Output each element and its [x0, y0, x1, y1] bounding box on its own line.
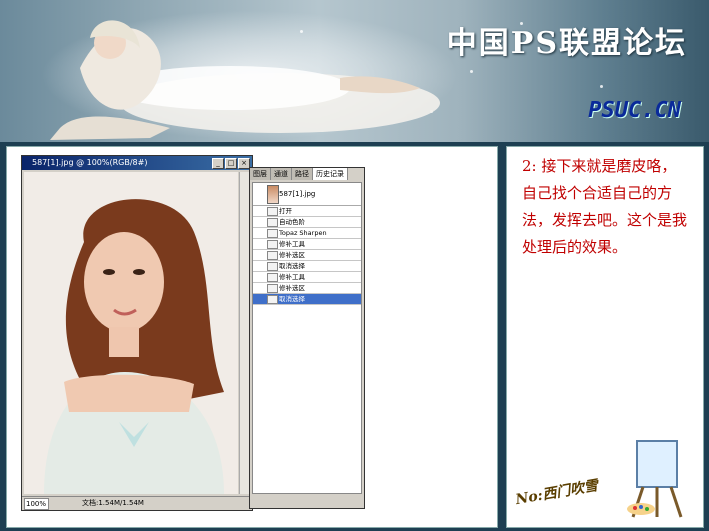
- history-item-label: 自动色阶: [279, 218, 305, 226]
- history-state-icon: [267, 229, 278, 238]
- patch-tool-icon: [267, 251, 278, 260]
- photo-canvas[interactable]: [24, 172, 238, 494]
- history-item-label: 修补工具: [279, 240, 305, 248]
- window-controls: _ □ ×: [212, 158, 250, 169]
- patch-tool-icon: [267, 273, 278, 282]
- panel-tabs: 图层 通道 路径 历史记录: [250, 168, 364, 180]
- history-item-patch-tool[interactable]: 修补工具: [253, 272, 361, 283]
- document-titlebar[interactable]: 587[1].jpg @ 100%(RGB/8#) _ □ ×: [22, 156, 252, 170]
- description-panel: 2: 接下来就是磨皮咯，自己找个合适自己的方法，发挥去吧。这个是我处理后的效果。…: [506, 146, 704, 528]
- history-item-label: Topaz Sharpen: [279, 229, 327, 237]
- snapshot-thumbnail-icon: [267, 185, 279, 204]
- history-item-label: 修补工具: [279, 273, 305, 281]
- star: [470, 70, 473, 73]
- easel-icon: [627, 440, 683, 518]
- site-url: PSUC.CN: [588, 98, 681, 123]
- history-item-topaz-sharpen[interactable]: Topaz Sharpen: [253, 228, 361, 239]
- patch-tool-icon: [267, 240, 278, 249]
- forum-banner: 中国PS联盟论坛 PSUC.CN: [0, 0, 709, 142]
- maximize-icon[interactable]: □: [225, 158, 237, 169]
- step-description: 2: 接下来就是磨皮咯，自己找个合适自己的方法，发挥去吧。这个是我处理后的效果。: [522, 157, 688, 256]
- snapshot-label: 587[1].jpg: [279, 190, 316, 198]
- history-state-icon: [267, 295, 278, 304]
- history-item-label: 取消选择: [279, 262, 305, 270]
- history-item-label: 打开: [279, 207, 292, 215]
- history-list: 587[1].jpg 打开 自动色阶 Topaz Sharpen 修补工具 修补…: [252, 182, 362, 494]
- history-item-label: 修补选区: [279, 284, 305, 292]
- tab-layers[interactable]: 图层: [250, 168, 271, 180]
- history-panel: 图层 通道 路径 历史记录 587[1].jpg 打开 自动色阶 Topaz S…: [249, 167, 365, 509]
- fairy-illustration: [50, 20, 440, 140]
- history-item-deselect[interactable]: 取消选择: [253, 261, 361, 272]
- document-statusbar: 100% 文档:1.54M/1.54M: [22, 496, 252, 510]
- tab-paths[interactable]: 路径: [292, 168, 313, 180]
- history-item-label: 修补选区: [279, 251, 305, 259]
- history-item-auto-levels[interactable]: 自动色阶: [253, 217, 361, 228]
- tab-channels[interactable]: 通道: [271, 168, 292, 180]
- history-item-patch-selection[interactable]: 修补选区: [253, 283, 361, 294]
- patch-tool-icon: [267, 284, 278, 293]
- history-panel-footer: [252, 496, 360, 506]
- history-item-deselect-selected[interactable]: 取消选择: [253, 294, 361, 305]
- site-title: 中国PS联盟论坛: [446, 26, 687, 61]
- author-signature: No:西门吹雪: [514, 477, 600, 509]
- star: [600, 85, 603, 88]
- history-state-icon: [267, 207, 278, 216]
- history-item-label: 取消选择: [279, 295, 305, 303]
- history-state-icon: [267, 262, 278, 271]
- history-state-icon: [267, 218, 278, 227]
- minimize-icon[interactable]: _: [212, 158, 224, 169]
- document-title: 587[1].jpg @ 100%(RGB/8#): [32, 158, 148, 167]
- tab-history[interactable]: 历史记录: [313, 168, 348, 180]
- history-item-patch-selection[interactable]: 修补选区: [253, 250, 361, 261]
- tutorial-image-panel: 587[1].jpg @ 100%(RGB/8#) _ □ × 100% 文档:…: [6, 146, 498, 528]
- photoshop-document-window: 587[1].jpg @ 100%(RGB/8#) _ □ × 100% 文档:…: [21, 155, 253, 511]
- document-size-info: 文档:1.54M/1.54M: [82, 499, 144, 507]
- history-item-patch-tool[interactable]: 修补工具: [253, 239, 361, 250]
- portrait-photo: [24, 172, 238, 494]
- history-snapshot[interactable]: 587[1].jpg: [253, 183, 361, 206]
- zoom-level-field[interactable]: 100%: [24, 498, 49, 510]
- history-item-open[interactable]: 打开: [253, 206, 361, 217]
